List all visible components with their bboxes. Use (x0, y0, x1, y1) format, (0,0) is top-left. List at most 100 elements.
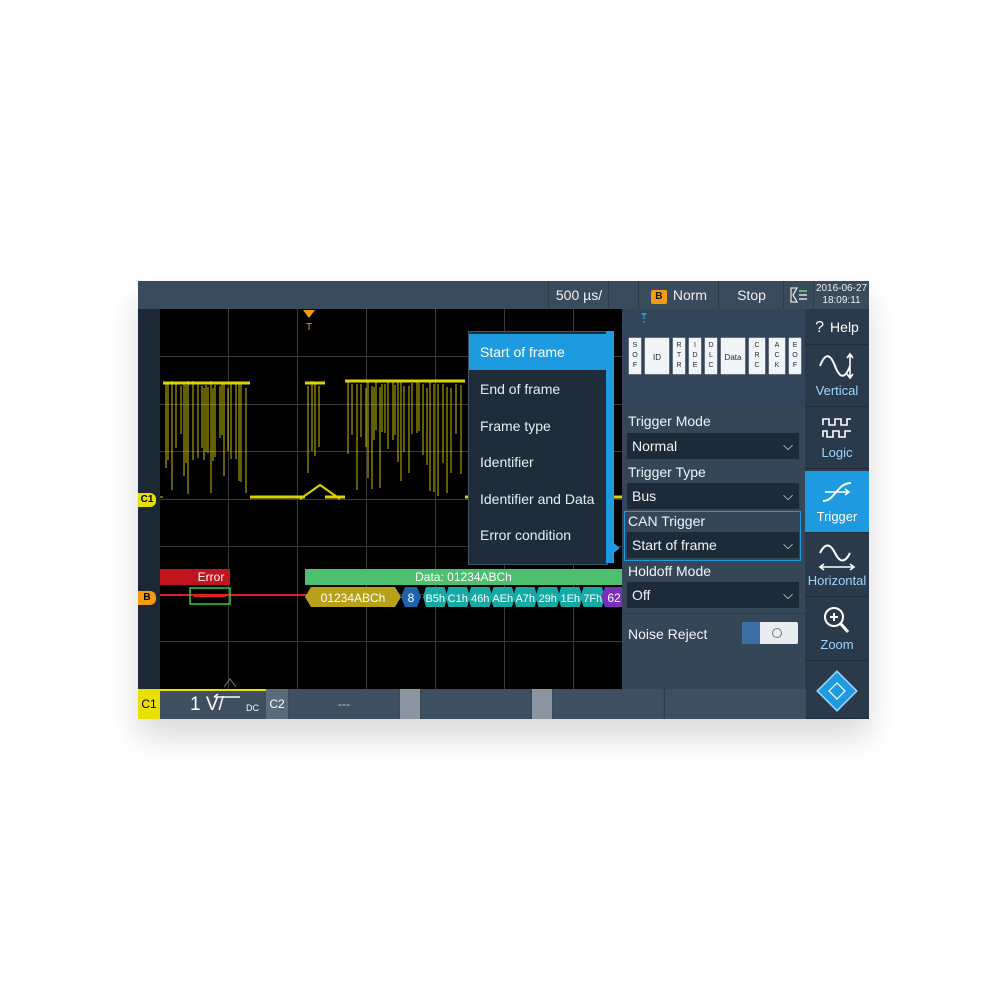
run-state-text: Stop (737, 287, 766, 303)
dropdown-pointer-icon (606, 537, 620, 559)
frame-field-label: C (754, 342, 759, 349)
frame-field-label: C (708, 362, 713, 369)
frame-field-label: C (754, 362, 759, 369)
trigger-mode-text: Norm (672, 287, 708, 303)
divider (622, 613, 805, 614)
menu-toggle-button[interactable] (783, 281, 814, 309)
dropdown-accent-bar (606, 331, 614, 563)
frame-field-label: K (775, 362, 780, 369)
menu-item-end-of-frame[interactable]: End of frame (469, 371, 607, 407)
date-text: 2016-06-27 (815, 283, 868, 294)
channel1-offset-tag[interactable]: C1 (138, 493, 156, 507)
help-button[interactable]: ? Help (805, 309, 869, 345)
frame-field-label: T (677, 352, 682, 359)
logic-label: Logic (821, 445, 853, 460)
coupling-arrow-icon (213, 693, 240, 698)
menu-item-start-of-frame[interactable]: Start of frame (469, 334, 607, 370)
channel-slot-button[interactable] (422, 689, 530, 719)
horizontal-wave-icon (818, 544, 856, 571)
data-byte-value: 1Eh (560, 593, 580, 605)
trigger-mode-button[interactable]: B Norm (638, 281, 719, 309)
datetime-display: 2016-06-27 18:09:11 (813, 281, 869, 309)
timebase-value: 500 µs/ (555, 287, 603, 303)
frame-field-label: D (692, 352, 697, 359)
noise-reject-toggle[interactable] (742, 622, 798, 644)
channel-slot-button[interactable] (554, 689, 662, 719)
trigger-button[interactable]: Trigger (805, 471, 869, 533)
data-byte-value: 46h (471, 593, 489, 605)
dlc-field-value: 8 (408, 591, 415, 605)
channel-slot-tag[interactable] (532, 689, 552, 719)
frame-field-label: S (633, 342, 638, 349)
time-text: 18:09:11 (822, 295, 861, 306)
data-byte-value: A7h (515, 593, 535, 605)
vertical-button[interactable]: Vertical (805, 345, 869, 407)
channel-slot-tag[interactable] (400, 689, 420, 719)
c2-settings-button[interactable]: --- (290, 689, 398, 719)
id-field-value: 01234ABCh (321, 591, 386, 605)
toggle-knob (742, 622, 760, 644)
toggle-off-indicator (772, 628, 782, 638)
c1-tag[interactable]: C1 (138, 689, 160, 719)
vertical-label: Vertical (815, 383, 859, 398)
menu-item-error-condition[interactable]: Error condition (469, 517, 607, 553)
noise-reject-label: Noise Reject (628, 626, 708, 642)
frame-field-label: I (694, 342, 696, 349)
can-trigger-select[interactable]: Start of frame ⌵ (627, 532, 799, 558)
frame-field-label: D (708, 342, 713, 349)
holdoff-mode-label: Holdoff Mode (628, 563, 712, 579)
zoom-button[interactable]: Zoom (805, 599, 869, 661)
c2-tag[interactable]: C2 (266, 689, 288, 719)
trigger-mode-value: Normal (632, 438, 678, 454)
bus-offset-tag[interactable]: B (138, 591, 156, 605)
holdoff-mode-select[interactable]: Off ⌵ (627, 582, 799, 608)
can-trigger-label: CAN Trigger (628, 513, 706, 529)
crc-field-value: 62 (607, 591, 621, 605)
horizontal-button[interactable]: Horizontal (805, 535, 869, 597)
data-frame-header[interactable]: Data: 01234ABCh (305, 569, 622, 585)
frame-field-label: ID (653, 353, 661, 362)
frame-field-label: F (633, 362, 637, 369)
can-trigger-dropdown[interactable]: Start of frame End of frame Frame type I… (468, 331, 608, 565)
run-stop-button[interactable]: Stop (718, 281, 784, 309)
can-trigger-value: Start of frame (632, 537, 717, 553)
data-byte-value: 29h (539, 593, 557, 605)
frame-field-label: O (792, 352, 798, 359)
chevron-down-icon: ⌵ (783, 438, 793, 453)
error-marker (189, 587, 231, 605)
error-label: Error (197, 570, 225, 584)
trigger-mode-label: Trigger Mode (628, 413, 711, 429)
data-byte-value: AEh (492, 593, 513, 605)
chevron-up-icon: ⌵ (783, 537, 793, 552)
data-byte-value: C1h (448, 593, 468, 605)
zero-position-marker (223, 678, 237, 688)
vertical-wave-icon (819, 352, 854, 380)
frame-field-label: R (676, 362, 681, 369)
data-byte-value: 7Fh (583, 593, 602, 605)
horizontal-label: Horizontal (807, 573, 867, 588)
frame-field-label: E (793, 342, 798, 349)
frame-field-label: E (693, 362, 698, 369)
frame-field-label: L (709, 352, 713, 359)
menu-item-identifier-and-data[interactable]: Identifier and Data (469, 481, 607, 517)
brand-logo-button[interactable] (805, 663, 869, 719)
menu-item-identifier[interactable]: Identifier (469, 444, 607, 480)
trigger-type-select[interactable]: Bus ⌵ (627, 483, 799, 509)
frame-field-label: R (754, 352, 759, 359)
frame-field-label: C (774, 352, 779, 359)
decoded-frame-fields[interactable]: 01234ABCh 8 B5h C1h 46h AEh A7h 29h 1Eh 7Fh 62 (305, 587, 622, 607)
right-navigation: ? Help Vertical Logic Trigger Horizontal… (805, 309, 869, 719)
trigger-edge-icon (822, 482, 852, 502)
logic-signal-icon (822, 418, 851, 438)
zoom-label: Zoom (820, 637, 854, 652)
c1-settings-button[interactable]: 1 V/ DC (160, 689, 266, 719)
oscilloscope-screen: 500 µs/ B Norm Stop 2016-06-27 18:09:11 C… (138, 281, 869, 719)
status-slot (664, 689, 806, 719)
list-menu-icon (790, 287, 807, 303)
timebase-button[interactable]: 500 µs/ (548, 281, 609, 309)
trigger-mode-select[interactable]: Normal ⌵ (627, 433, 799, 459)
holdoff-mode-value: Off (632, 587, 651, 603)
menu-item-frame-type[interactable]: Frame type (469, 408, 607, 444)
logic-button[interactable]: Logic (805, 407, 869, 469)
chevron-down-icon: ⌵ (783, 587, 793, 602)
